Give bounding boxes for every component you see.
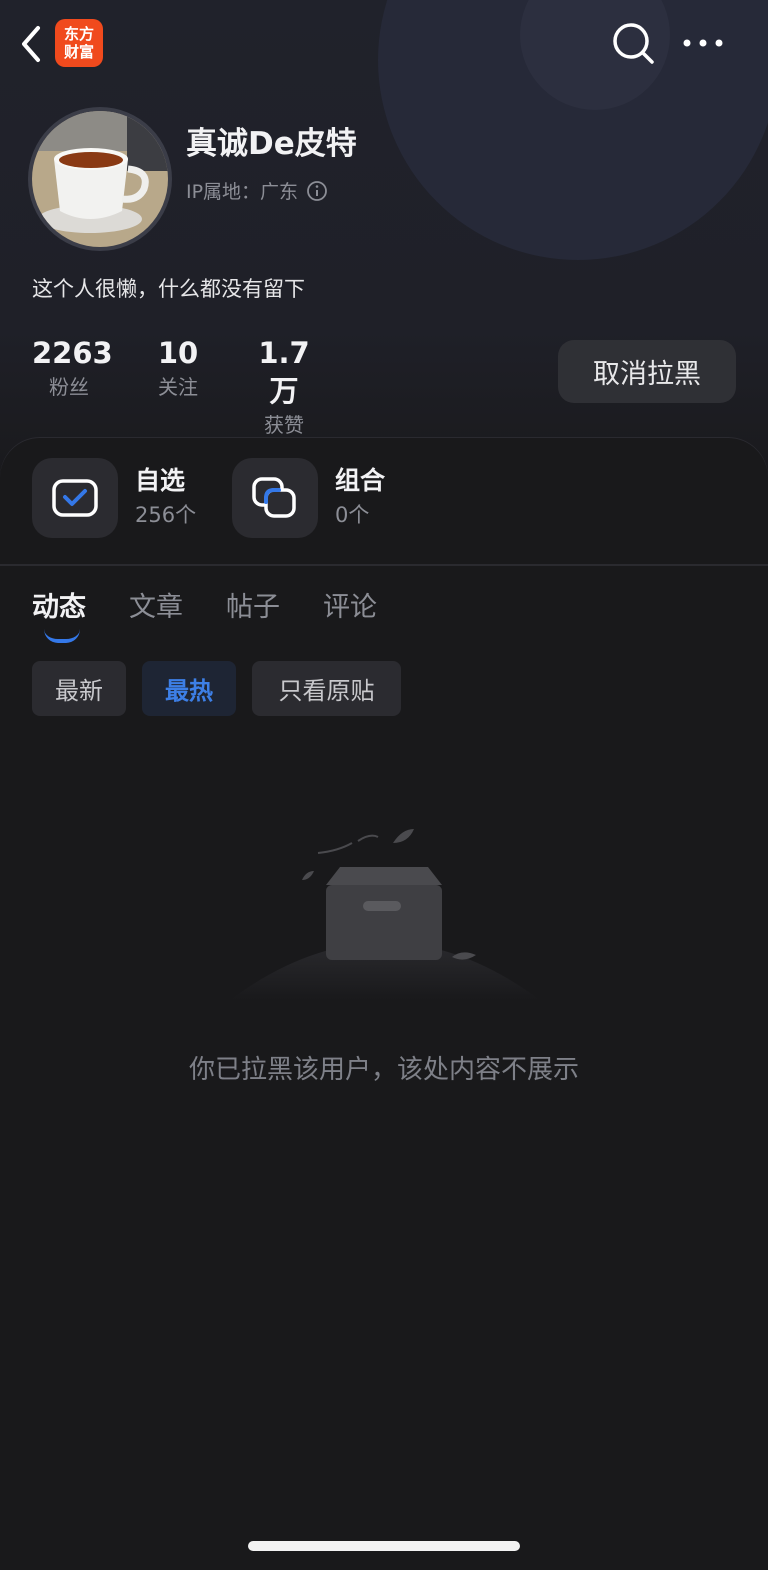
top-bar: 东方 财富	[0, 0, 768, 88]
checkbox-icon	[52, 479, 98, 517]
stat-likes-value: 1.7万	[258, 336, 310, 408]
portfolio-shortcut[interactable]: 组合 0个	[232, 458, 385, 538]
tab-posts-label: 帖子	[226, 592, 280, 623]
stat-followers-label: 粉丝	[49, 375, 89, 399]
tab-activity[interactable]: 动态	[32, 585, 86, 643]
content-tabs: 动态 文章 帖子 评论	[32, 585, 420, 643]
stat-followers[interactable]: 2263 粉丝	[32, 334, 113, 402]
portfolio-count: 0个	[335, 503, 370, 527]
tab-posts[interactable]: 帖子	[226, 585, 280, 624]
portfolio-icon-box	[232, 458, 318, 538]
avatar[interactable]	[32, 111, 168, 247]
filter-original-only[interactable]: 只看原贴	[252, 661, 401, 716]
portfolio-title: 组合	[335, 466, 386, 495]
ip-location-text: IP属地：广东	[186, 181, 299, 203]
ip-location-row: IP属地：广东	[186, 177, 328, 204]
stat-likes[interactable]: 1.7万 获赞	[246, 334, 322, 440]
info-icon[interactable]	[306, 180, 328, 202]
tab-comments[interactable]: 评论	[323, 585, 377, 624]
search-icon	[613, 23, 654, 64]
empty-box-icon	[230, 829, 540, 1000]
section-divider	[0, 564, 768, 566]
user-bio: 这个人很懒，什么都没有留下	[32, 277, 305, 301]
unblock-button[interactable]: 取消拉黑	[558, 340, 736, 403]
filter-latest[interactable]: 最新	[32, 661, 126, 716]
home-indicator[interactable]	[248, 1541, 520, 1551]
tab-activity-label: 动态	[32, 592, 86, 623]
logo-text-line1: 东方	[63, 25, 94, 43]
username: 真诚De皮特	[186, 126, 357, 162]
stat-likes-label: 获赞	[264, 413, 304, 437]
stat-following-value: 10	[157, 336, 199, 370]
stat-following[interactable]: 10 关注	[150, 334, 206, 402]
tab-articles[interactable]: 文章	[129, 585, 183, 624]
filter-hottest[interactable]: 最热	[142, 661, 236, 716]
filter-chips: 最新 最热 只看原贴	[32, 661, 417, 716]
tab-comments-label: 评论	[323, 592, 377, 623]
stat-following-label: 关注	[158, 375, 198, 399]
search-button[interactable]	[610, 20, 656, 66]
more-options-button[interactable]	[682, 28, 724, 58]
watchlist-shortcut[interactable]: 自选 256个	[32, 458, 196, 538]
stat-followers-value: 2263	[32, 336, 113, 370]
portfolio-icon	[252, 477, 296, 518]
empty-state-illustration	[230, 825, 540, 1000]
logo-text-line2: 财富	[63, 43, 94, 61]
app-logo: 东方 财富	[55, 19, 103, 67]
watchlist-title: 自选	[135, 466, 186, 495]
tab-articles-label: 文章	[129, 592, 183, 623]
avatar-image-tea-cup	[32, 111, 168, 247]
empty-state-message: 你已拉黑该用户，该处内容不展示	[188, 1055, 579, 1085]
back-arrow-icon	[22, 26, 40, 62]
back-button[interactable]	[16, 22, 48, 66]
more-dots-icon	[683, 39, 723, 47]
watchlist-count: 256个	[135, 503, 197, 527]
watchlist-icon-box	[32, 458, 118, 538]
